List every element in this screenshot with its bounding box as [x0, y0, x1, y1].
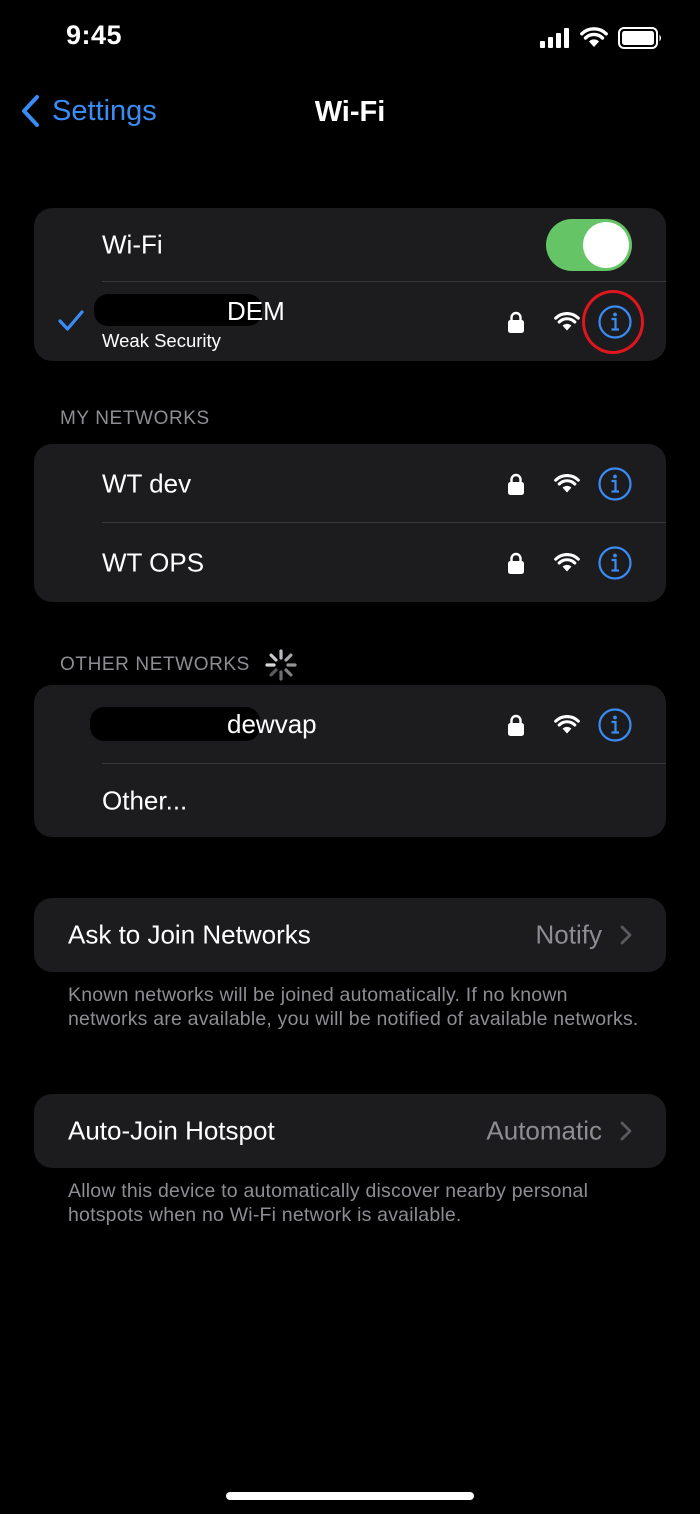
- info-icon[interactable]: [598, 304, 632, 339]
- status-bar: 9:45: [0, 0, 700, 76]
- info-icon[interactable]: [598, 707, 632, 742]
- my-networks-header: MY NETWORKS: [60, 408, 210, 429]
- wifi-signal-icon: [554, 714, 580, 733]
- auto-join-hotspot-footnote: Allow this device to automatically disco…: [68, 1180, 589, 1226]
- ask-to-join-value: Notify: [535, 919, 602, 950]
- network-row[interactable]: WT dev: [34, 444, 666, 523]
- other-network-label: Other...: [102, 785, 188, 815]
- wifi-toggle[interactable]: [546, 219, 632, 271]
- network-name: WT OPS: [102, 547, 205, 577]
- wifi-icon: [580, 27, 608, 47]
- battery-icon: [618, 27, 661, 49]
- wifi-signal-icon: [554, 552, 580, 571]
- network-row[interactable]: dewvap: [34, 685, 666, 764]
- info-icon[interactable]: [598, 466, 632, 501]
- chevron-right-icon: [620, 925, 632, 945]
- lock-icon: [508, 473, 524, 495]
- toggle-knob: [583, 222, 629, 268]
- wifi-toggle-label: Wi-Fi: [102, 229, 163, 260]
- status-time: 9:45: [66, 20, 123, 50]
- lock-icon: [508, 714, 524, 736]
- current-network-subtitle: Weak Security: [102, 330, 221, 351]
- network-name: WT dev: [102, 468, 192, 498]
- ask-to-join-row[interactable]: Ask to Join Networks Notify: [34, 898, 666, 972]
- network-name: dewvap: [227, 709, 317, 739]
- lock-icon: [508, 552, 524, 574]
- network-icons: [508, 466, 632, 501]
- network-row[interactable]: WT OPS: [34, 523, 666, 602]
- wifi-signal-icon: [554, 473, 580, 492]
- page-title: Wi-Fi: [314, 96, 386, 128]
- other-networks-header: OTHER NETWORKS: [60, 648, 298, 682]
- network-icons: [508, 707, 632, 742]
- auto-join-hotspot-value: Automatic: [486, 1115, 602, 1146]
- current-network-name: DEM: [227, 296, 285, 326]
- lock-icon: [508, 311, 524, 333]
- home-indicator[interactable]: [226, 1492, 474, 1500]
- wifi-toggle-row: Wi-Fi: [34, 208, 666, 282]
- status-icons: [540, 26, 664, 50]
- ask-to-join-label: Ask to Join Networks: [68, 919, 311, 950]
- wifi-current-group: Wi-Fi DEM Weak Security: [34, 208, 666, 361]
- loading-spinner-icon: [265, 649, 297, 681]
- current-network-icons: [508, 304, 632, 339]
- current-network-row[interactable]: DEM Weak Security: [34, 282, 666, 361]
- wifi-signal-icon: [554, 311, 580, 330]
- chevron-right-icon: [620, 1121, 632, 1141]
- network-icons: [508, 545, 632, 580]
- other-networks-group: dewvap Other...: [34, 685, 666, 837]
- checkmark-icon: [58, 310, 84, 331]
- auto-join-hotspot-row[interactable]: Auto-Join Hotspot Automatic: [34, 1094, 666, 1168]
- ask-to-join-footnote: Known networks will be joined automatica…: [68, 984, 639, 1030]
- info-icon[interactable]: [598, 545, 632, 580]
- cellular-signal-icon: [540, 28, 569, 48]
- auto-join-hotspot-label: Auto-Join Hotspot: [68, 1115, 275, 1146]
- navigation-bar: Settings Wi-Fi: [0, 76, 700, 146]
- other-networks-label: OTHER NETWORKS: [60, 654, 250, 675]
- other-network-row[interactable]: Other...: [34, 764, 666, 837]
- my-networks-group: WT dev WT OPS: [34, 444, 666, 602]
